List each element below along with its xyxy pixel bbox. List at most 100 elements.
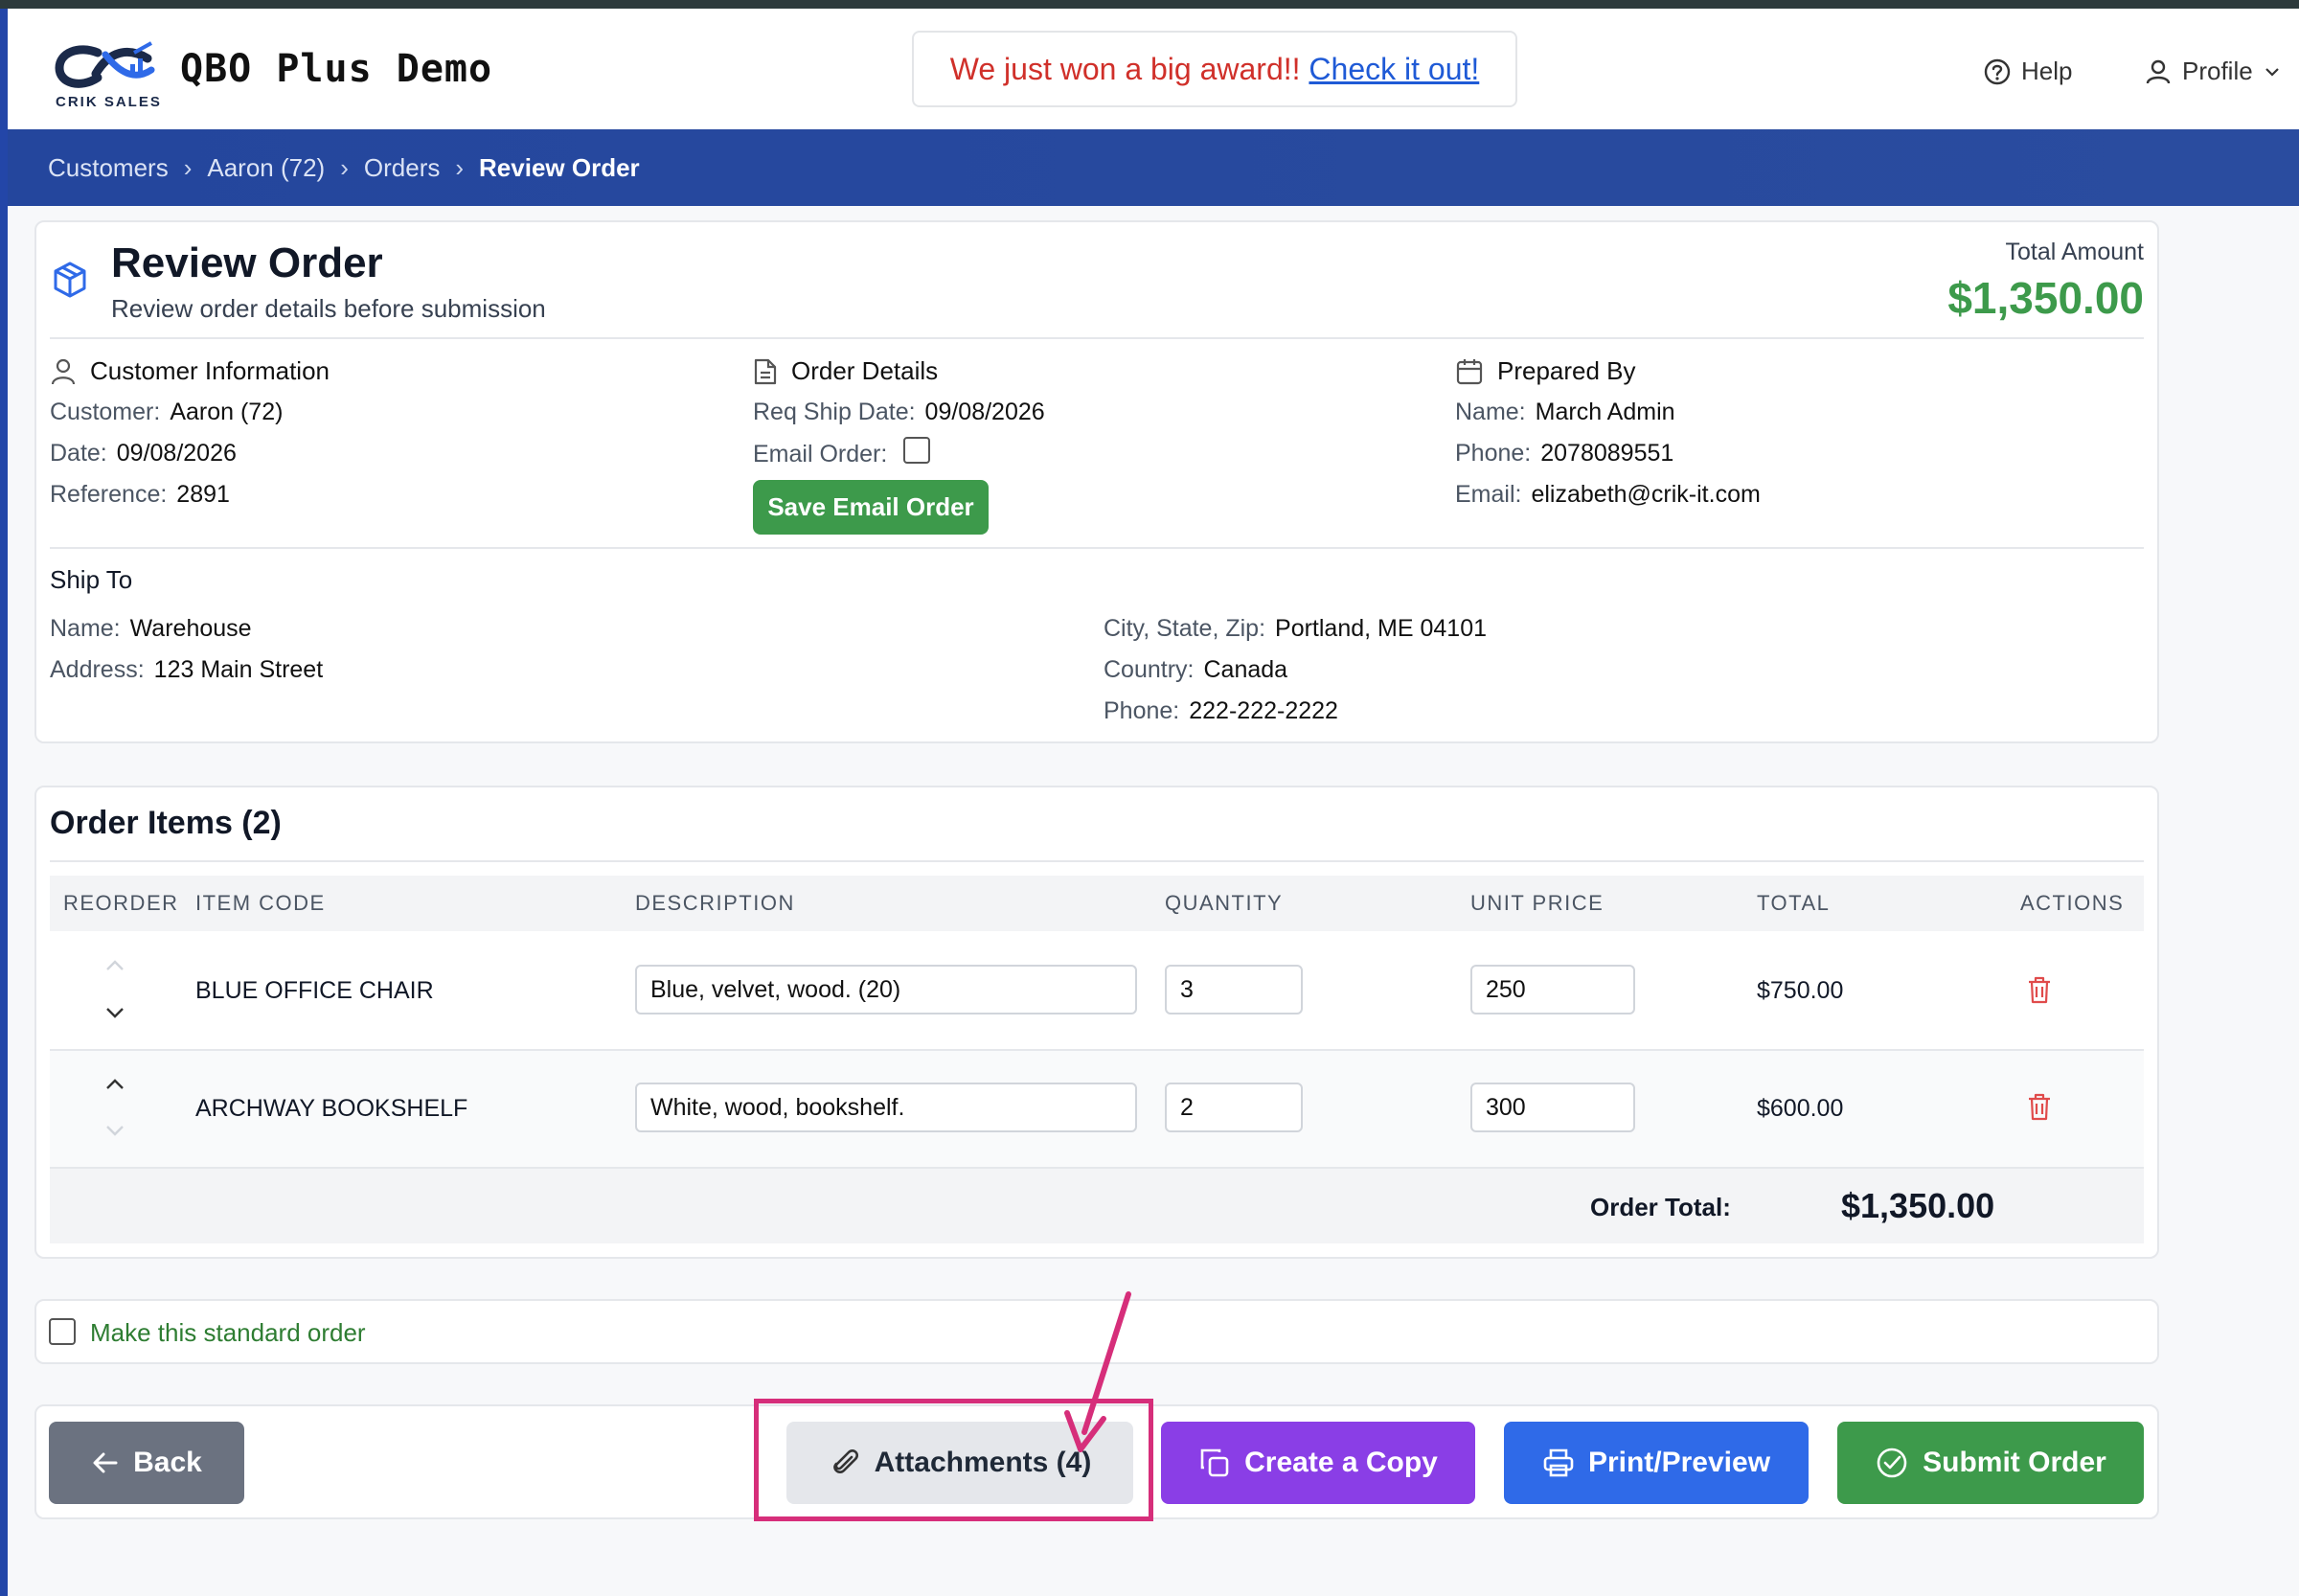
save-email-order-button[interactable]: Save Email Order	[753, 480, 989, 535]
date-row: Date: 09/08/2026	[50, 440, 237, 467]
annotation-arrow-icon	[1064, 1291, 1131, 1452]
ship-phone-row: Phone: 222-222-2222	[1104, 697, 1338, 725]
prepared-by-title: Prepared By	[1455, 356, 1636, 386]
move-up-icon[interactable]	[96, 954, 134, 977]
date-label: Date:	[50, 440, 107, 467]
standard-order-label[interactable]: Make this standard order	[90, 1318, 366, 1348]
ship-date-value: 09/08/2026	[924, 399, 1045, 425]
col-actions: ACTIONS	[2020, 891, 2125, 915]
crik-sales-logo[interactable]: CRIK SALES	[52, 35, 167, 112]
customer-info-title: Customer Information	[50, 356, 330, 386]
app-header: CRIK SALES QBO Plus Demo We just won a b…	[8, 9, 2299, 129]
trash-icon[interactable]	[2023, 1090, 2056, 1123]
col-unit-price: UNIT PRICE	[1470, 891, 1605, 915]
reference-value: 2891	[176, 481, 230, 508]
chevron-down-icon	[2265, 67, 2279, 77]
copy-icon	[1200, 1448, 1229, 1477]
calendar-icon	[1456, 358, 1483, 384]
breadcrumb-separator: ›	[455, 152, 465, 182]
profile-menu[interactable]: Profile	[2144, 57, 2282, 86]
print-preview-label: Print/Preview	[1587, 1447, 1771, 1478]
ship-date-row: Req Ship Date: 09/08/2026	[753, 399, 1045, 426]
order-total-value: $1,350.00	[1841, 1186, 1995, 1225]
prepared-name-label: Name:	[1455, 399, 1526, 425]
prepared-email-value: elizabeth@crik-it.com	[1531, 481, 1761, 508]
arrow-left-icon	[93, 1452, 118, 1473]
submit-order-button[interactable]: Submit Order	[1837, 1422, 2144, 1504]
item-code: ARCHWAY BOOKSHELF	[195, 1095, 468, 1122]
ship-country-row: Country: Canada	[1104, 656, 1287, 684]
page-title: Review Order	[111, 239, 383, 286]
description-input[interactable]: Blue, velvet, wood. (20)	[635, 965, 1137, 1015]
breadcrumb: Customers › Aaron (72) › Orders › Review…	[8, 129, 2299, 206]
prepared-email-label: Email:	[1455, 481, 1522, 508]
col-reorder: REORDER	[63, 891, 179, 915]
breadcrumb-customers[interactable]: Customers	[48, 153, 169, 183]
prepared-phone-label: Phone:	[1455, 440, 1532, 467]
ship-country-label: Country:	[1104, 656, 1195, 683]
total-amount-label: Total Amount	[2005, 239, 2144, 265]
check-circle-icon	[1877, 1448, 1907, 1478]
move-down-icon[interactable]	[96, 1001, 134, 1024]
help-link[interactable]: Help	[1983, 57, 2072, 86]
reference-row: Reference: 2891	[50, 481, 230, 509]
item-code: BLUE OFFICE CHAIR	[195, 977, 434, 1004]
award-text: We just won a big award!!	[949, 52, 1301, 86]
prepared-by-label: Prepared By	[1497, 356, 1636, 385]
customer-info-label: Customer Information	[90, 356, 330, 385]
create-copy-button[interactable]: Create a Copy	[1161, 1422, 1475, 1504]
col-total: TOTAL	[1757, 891, 1831, 915]
breadcrumb-orders[interactable]: Orders	[364, 153, 440, 183]
user-icon	[51, 358, 76, 384]
divider	[50, 860, 2144, 862]
breadcrumb-customer[interactable]: Aaron (72)	[207, 153, 325, 183]
col-quantity: QUANTITY	[1165, 891, 1284, 915]
breadcrumb-separator: ›	[340, 152, 349, 182]
ship-name-value: Warehouse	[129, 615, 252, 642]
reference-label: Reference:	[50, 481, 168, 508]
user-icon	[2146, 59, 2171, 83]
package-icon	[54, 262, 86, 298]
profile-label: Profile	[2182, 57, 2253, 85]
prepared-name-value: March Admin	[1535, 399, 1675, 425]
prepared-name-row: Name: March Admin	[1455, 399, 1675, 426]
quantity-input[interactable]: 3	[1165, 965, 1303, 1015]
prepared-phone-row: Phone: 2078089551	[1455, 440, 1673, 467]
unit-price-input[interactable]: 300	[1470, 1083, 1635, 1132]
move-down-icon[interactable]	[96, 1119, 134, 1142]
email-order-label: Email Order:	[753, 441, 888, 467]
order-details-title: Order Details	[753, 356, 938, 386]
ship-address-row: Address: 123 Main Street	[50, 656, 323, 684]
customer-row: Customer: Aaron (72)	[50, 399, 283, 426]
ship-city-value: Portland, ME 04101	[1275, 615, 1488, 642]
quantity-input[interactable]: 2	[1165, 1083, 1303, 1132]
order-total-label: Order Total:	[1590, 1193, 1731, 1221]
left-strip	[0, 9, 8, 1596]
unit-price-input[interactable]: 250	[1470, 965, 1635, 1015]
col-description: DESCRIPTION	[635, 891, 795, 915]
ship-name-label: Name:	[50, 615, 121, 642]
printer-icon	[1543, 1448, 1574, 1477]
award-link[interactable]: Check it out!	[1309, 52, 1479, 86]
brand-title: QBO Plus Demo	[180, 47, 493, 91]
top-strip	[0, 0, 2299, 9]
col-item-code: ITEM CODE	[195, 891, 326, 915]
divider	[50, 547, 2144, 549]
submit-order-label: Submit Order	[1923, 1447, 2106, 1478]
ship-city-label: City, State, Zip:	[1104, 615, 1266, 642]
divider	[50, 337, 2144, 339]
document-icon	[754, 358, 777, 384]
move-up-icon[interactable]	[96, 1073, 134, 1096]
paperclip-icon	[832, 1449, 858, 1473]
order-details-label: Order Details	[791, 356, 939, 385]
print-preview-button[interactable]: Print/Preview	[1504, 1422, 1809, 1504]
trash-icon[interactable]	[2023, 973, 2056, 1006]
back-button[interactable]: Back	[49, 1422, 244, 1504]
standard-order-checkbox[interactable]	[49, 1318, 76, 1345]
prepared-email-row: Email: elizabeth@crik-it.com	[1455, 481, 1761, 509]
description-input[interactable]: White, wood, bookshelf.	[635, 1083, 1137, 1132]
email-order-checkbox[interactable]	[903, 437, 930, 464]
award-banner: We just won a big award!! Check it out!	[912, 31, 1517, 107]
help-label: Help	[2021, 57, 2073, 85]
line-total: $600.00	[1757, 1095, 1844, 1122]
